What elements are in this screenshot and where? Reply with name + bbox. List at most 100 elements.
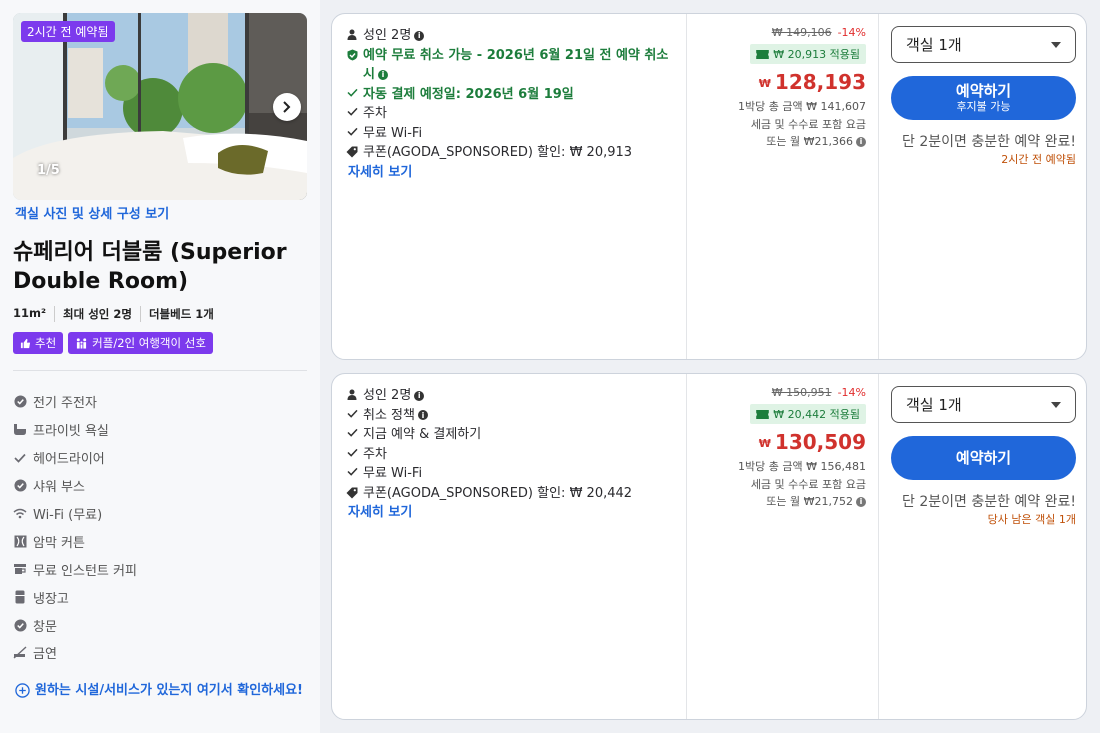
amenity-item: 헤어드라이어 — [13, 444, 137, 472]
details-link[interactable]: 자세히 보기 — [348, 503, 672, 522]
rate-offer: 성인 2명 i 예약 무료 취소 가능 - 2026년 6월 21일 전 예약 취… — [331, 13, 1087, 360]
coffee-icon — [14, 563, 26, 574]
original-price: ₩ 149,106 — [771, 26, 832, 39]
room-count-select[interactable]: 객실 1개 — [891, 26, 1076, 63]
info-icon[interactable]: i — [856, 136, 866, 147]
room-info-panel: 2시간 전 예약됨 1/5 객실 사진 및 상세 구성 보기 슈페리어 더블룸 … — [0, 0, 320, 733]
check-icon — [346, 409, 358, 418]
check-amenities-link[interactable]: 원하는 시설/서비스가 있는지 여기서 확인하세요! — [15, 681, 305, 700]
info-icon[interactable]: i — [414, 30, 425, 41]
check-circle-icon — [13, 395, 27, 408]
price-per-night: 1박당 총 금액 ₩ 141,607 — [738, 100, 866, 113]
check-icon — [346, 107, 358, 116]
fridge-icon — [15, 590, 25, 604]
bathtub-icon — [14, 424, 26, 436]
urgency-message: 단 2분이면 충분한 예약 완료! — [902, 134, 1076, 150]
coupon-discount: 쿠폰(AGODA_SPONSORED) 할인: ₩ 20,913 — [346, 143, 672, 163]
no-smoking-icon — [13, 646, 27, 659]
info-icon[interactable]: i — [417, 410, 428, 421]
offer-actions: 객실 1개 예약하기 후지불 가능 단 2분이면 충분한 예약 완료! 2시간 … — [878, 14, 1086, 359]
amenity-item: Wi-Fi (무료) — [13, 500, 137, 528]
pay-now: 지금 예약 & 결제하기 — [346, 425, 672, 445]
amenity-item: 암막 커튼 — [13, 527, 137, 555]
final-price: ₩130,509 — [758, 430, 866, 454]
cancellation-policy: 취소 정책 i — [346, 406, 672, 426]
recent-booking-note: 2시간 전 예약됨 — [1001, 153, 1076, 166]
tag-recommended: 추천 — [13, 332, 64, 354]
original-price: ₩ 150,951 — [771, 386, 832, 399]
rooms-left-note: 당사 남은 객실 1개 — [987, 513, 1076, 526]
details-link[interactable]: 자세히 보기 — [348, 163, 672, 182]
info-icon[interactable]: i — [377, 69, 388, 80]
book-button[interactable]: 예약하기 — [891, 436, 1076, 480]
free-wifi: 무료 Wi-Fi — [346, 124, 672, 144]
recently-booked-badge: 2시간 전 예약됨 — [21, 21, 115, 42]
person-icon — [347, 389, 357, 400]
check-circle-icon — [13, 619, 27, 632]
caret-down-icon — [1051, 401, 1061, 408]
rate-offer: 성인 2명 i 취소 정책 i 지금 예약 & 결제하기 주차 무료 Wi-Fi 쿠… — [331, 373, 1087, 720]
amenity-item: 창문 — [13, 611, 137, 639]
info-icon[interactable]: i — [856, 496, 866, 507]
monthly-price: 또는 월 ₩21,752 i — [687, 493, 866, 511]
check-icon — [346, 428, 358, 437]
tag-icon — [346, 487, 358, 498]
shield-check-icon — [347, 49, 357, 60]
amenities-list: 전기 주전자 프라이빗 욕실 헤어드라이어 샤워 부스 Wi-Fi (무료) 암… — [13, 388, 137, 667]
room-count-select[interactable]: 객실 1개 — [891, 386, 1076, 423]
book-button[interactable]: 예약하기 후지불 가능 — [891, 76, 1076, 120]
wifi-icon — [13, 508, 27, 519]
curtain-icon — [14, 535, 26, 548]
room-title: 슈페리어 더블룸 (Superior Double Room) — [13, 240, 287, 294]
parking: 주차 — [346, 104, 672, 124]
amenity-item: 프라이빗 욕실 — [13, 416, 137, 444]
amenity-item: 냉장고 — [13, 583, 137, 611]
info-icon[interactable]: i — [414, 390, 425, 401]
people-icon — [76, 337, 87, 349]
monthly-price: 또는 월 ₩21,366 i — [687, 133, 866, 151]
chevron-right-icon — [283, 101, 291, 113]
amenity-item: 샤워 부스 — [13, 472, 137, 500]
occupancy: 성인 2명 i — [346, 26, 672, 46]
caret-down-icon — [1051, 41, 1061, 48]
rate-offers: 성인 2명 i 예약 무료 취소 가능 - 2026년 6월 21일 전 예약 취… — [320, 0, 1100, 733]
discount-percent: -14% — [837, 386, 866, 399]
amenity-item: 금연 — [13, 639, 137, 667]
check-icon — [14, 453, 26, 463]
tag-icon — [346, 146, 358, 158]
coupon-applied-badge: ₩ 20,442 적용됨 — [750, 404, 866, 424]
coupon-ticket-icon — [756, 409, 770, 419]
offer-benefits: 성인 2명 i 취소 정책 i 지금 예약 & 결제하기 주차 무료 Wi-Fi 쿠… — [332, 374, 686, 719]
plus-circle-icon — [15, 683, 30, 698]
offer-price: ₩ 149,106 -14% ₩ 20,913 적용됨 ₩128,193 1박당 … — [686, 14, 878, 359]
offer-price: ₩ 150,951 -14% ₩ 20,442 적용됨 ₩130,509 1박당 … — [686, 374, 878, 719]
room-photo[interactable]: 2시간 전 예약됨 1/5 — [13, 13, 307, 200]
tax-note: 세금 및 수수료 포함 요금 — [750, 477, 866, 491]
occupancy: 성인 2명 i — [346, 386, 672, 406]
next-photo-button[interactable] — [273, 93, 301, 121]
room-tags: 추천 커플/2인 여행객이 선호 — [13, 332, 213, 354]
coupon-discount: 쿠폰(AGODA_SPONSORED) 할인: ₩ 20,442 — [346, 484, 672, 504]
urgency-message: 단 2분이면 충분한 예약 완료! — [902, 494, 1076, 510]
free-wifi: 무료 Wi-Fi — [346, 464, 672, 484]
tax-note: 세금 및 수수료 포함 요금 — [750, 117, 866, 131]
free-cancellation: 예약 무료 취소 가능 - 2026년 6월 21일 전 예약 취소 시i — [346, 46, 672, 85]
check-icon — [346, 88, 358, 97]
check-icon — [346, 467, 358, 476]
coupon-applied-badge: ₩ 20,913 적용됨 — [750, 44, 866, 64]
check-icon — [346, 448, 358, 457]
check-icon — [346, 127, 358, 136]
tag-couples: 커플/2인 여행객이 선호 — [68, 332, 213, 354]
check-circle-icon — [13, 479, 27, 492]
offer-benefits: 성인 2명 i 예약 무료 취소 가능 - 2026년 6월 21일 전 예약 취… — [332, 14, 686, 359]
offer-actions: 객실 1개 예약하기 단 2분이면 충분한 예약 완료! 당사 남은 객실 1개 — [878, 374, 1086, 719]
thumbs-up-icon — [20, 338, 31, 348]
photo-counter: 1/5 — [37, 163, 60, 178]
price-per-night: 1박당 총 금액 ₩ 156,481 — [738, 460, 866, 473]
coupon-ticket-icon — [756, 49, 770, 59]
person-icon — [347, 29, 357, 40]
amenity-item: 전기 주전자 — [13, 388, 137, 416]
view-room-photos-link[interactable]: 객실 사진 및 상세 구성 보기 — [15, 203, 169, 222]
auto-payment-date: 자동 결제 예정일: 2026년 6월 19일 — [346, 85, 672, 105]
room-specs: 11m² 최대 성인 2명 더블베드 1개 — [13, 306, 222, 322]
